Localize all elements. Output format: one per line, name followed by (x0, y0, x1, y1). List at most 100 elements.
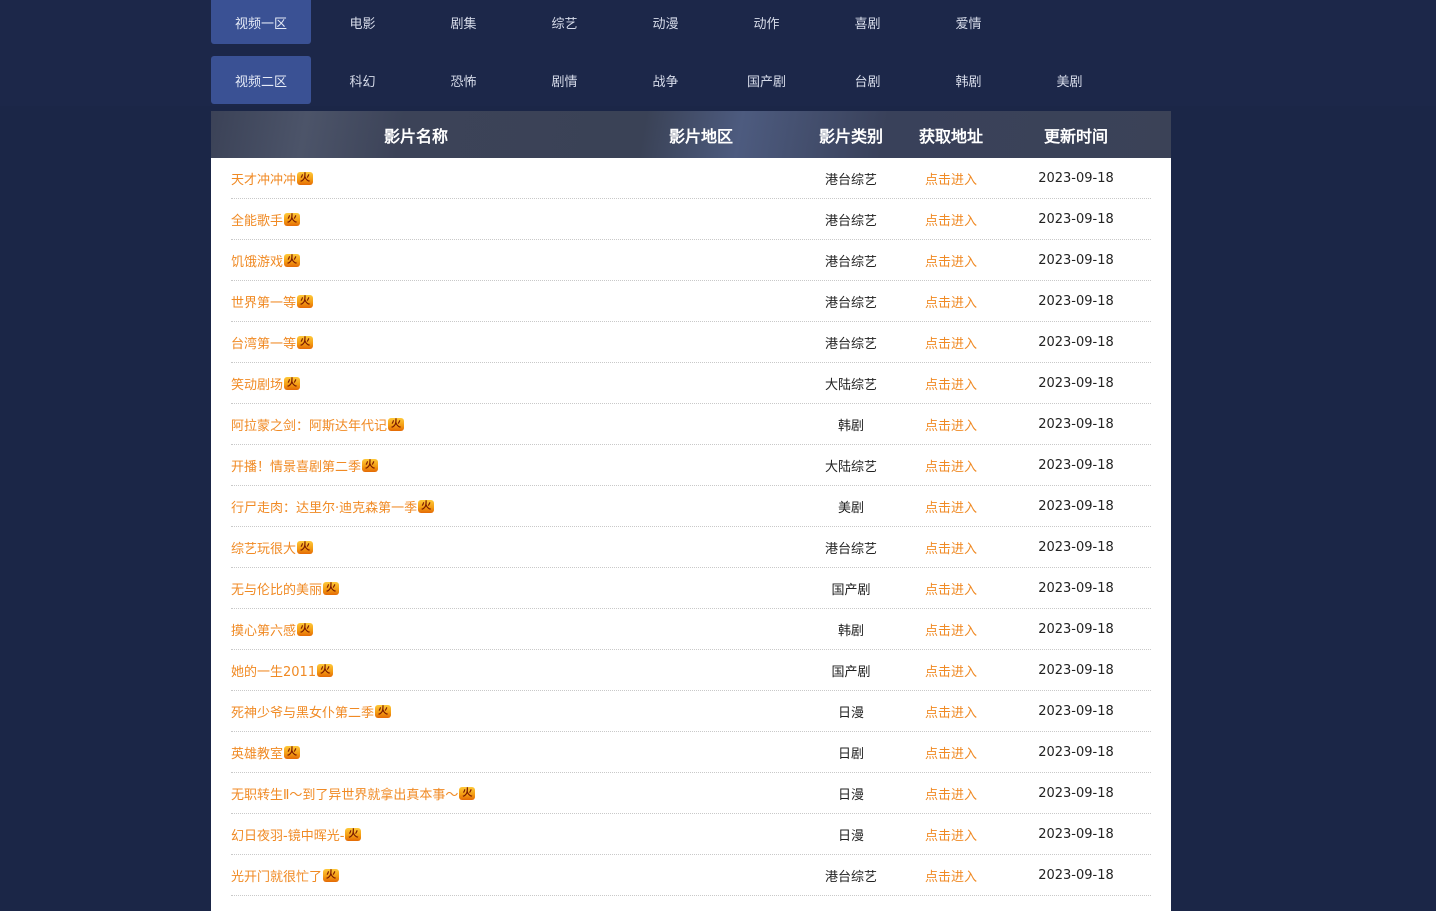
enter-link[interactable]: 点击进入 (901, 404, 1001, 444)
movie-title-link[interactable]: 摸心第六感火 (231, 609, 601, 649)
movie-title-link[interactable]: 台湾第一等火 (231, 322, 601, 362)
movie-title-link[interactable]: 世界第一等火 (231, 281, 601, 321)
nav-item[interactable]: 电影 (312, 0, 413, 44)
enter-link[interactable]: 点击进入 (901, 527, 1001, 567)
movie-category: 日漫 (837, 828, 864, 844)
header-link: 获取地址 (918, 126, 983, 146)
nav-zone-2-tab[interactable]: 视频二区 (211, 56, 311, 104)
update-time: 2023-09-18 (1038, 580, 1114, 596)
enter-link[interactable]: 点击进入 (901, 814, 1001, 854)
nav-item[interactable]: 韩剧 (918, 56, 1019, 104)
table-row: 世界第一等火 港台综艺 点击进入 2023-09-18 (231, 281, 1151, 322)
hot-fire-icon: 火 (362, 458, 379, 472)
update-time: 2023-09-18 (1038, 703, 1114, 719)
nav-row-zone-2: 视频二区 科幻 恐怖 剧情 战争 国产剧 台剧 韩剧 美剧 (211, 56, 1120, 104)
hot-fire-icon: 火 (297, 335, 314, 349)
movie-title-text: 全能歌手 (231, 213, 284, 229)
nav-item[interactable]: 台剧 (817, 56, 918, 104)
movie-title-link[interactable]: 开播！情景喜剧第二季火 (231, 445, 601, 485)
hot-fire-icon: 火 (418, 499, 435, 513)
movie-category: 大陆综艺 (824, 377, 877, 393)
movie-title-text: 英雄教室 (231, 746, 284, 762)
update-time: 2023-09-18 (1038, 375, 1114, 391)
movie-title-link[interactable]: 无职转生Ⅱ～到了异世界就拿出真本事～火 (231, 773, 601, 813)
hot-fire-icon: 火 (297, 171, 314, 185)
hot-fire-icon: 火 (345, 827, 362, 841)
table-row: 天才冲冲冲火 港台综艺 点击进入 2023-09-18 (231, 158, 1151, 199)
enter-link[interactable]: 点击进入 (901, 691, 1001, 731)
movie-title-link[interactable]: 幻日夜羽-镜中晖光- 火 (231, 814, 601, 854)
movie-category: 国产剧 (831, 664, 871, 680)
nav-item[interactable]: 恐怖 (413, 56, 514, 104)
movie-title-link[interactable]: 综艺玩很大火 (231, 527, 601, 567)
hot-fire-icon: 火 (297, 540, 314, 554)
nav-item[interactable]: 喜剧 (817, 0, 918, 44)
hot-fire-icon: 火 (297, 622, 314, 636)
movie-category: 大陆综艺 (824, 459, 877, 475)
table-row: 无职转生Ⅱ～到了异世界就拿出真本事～火 日漫 点击进入 2023-09-18 (231, 773, 1151, 814)
table-row: 无与伦比的美丽火 国产剧 点击进入 2023-09-18 (231, 568, 1151, 609)
table-row: 英雄教室火 日剧 点击进入 2023-09-18 (231, 732, 1151, 773)
enter-link[interactable]: 点击进入 (901, 855, 1001, 895)
update-time: 2023-09-18 (1038, 785, 1114, 801)
nav-item[interactable]: 动作 (716, 0, 817, 44)
header-type: 影片类别 (818, 126, 883, 146)
hot-fire-icon: 火 (284, 376, 301, 390)
movie-title-link[interactable]: 死神少爷与黑女仆第二季火 (231, 691, 601, 731)
nav-item[interactable]: 国产剧 (716, 56, 817, 104)
table-row: 幻日夜羽-镜中晖光- 火 日漫 点击进入 2023-09-18 (231, 814, 1151, 855)
hot-fire-icon: 火 (284, 212, 301, 226)
enter-link[interactable]: 点击进入 (901, 281, 1001, 321)
nav-item[interactable]: 科幻 (312, 56, 413, 104)
enter-link[interactable]: 点击进入 (901, 445, 1001, 485)
enter-link[interactable]: 点击进入 (901, 650, 1001, 690)
enter-link[interactable]: 点击进入 (901, 732, 1001, 772)
nav-item[interactable]: 美剧 (1019, 56, 1120, 104)
update-time: 2023-09-18 (1038, 744, 1114, 760)
update-time: 2023-09-18 (1038, 252, 1114, 268)
nav-item[interactable]: 动漫 (615, 0, 716, 44)
movie-title-link[interactable]: 笑动剧场火 (231, 363, 601, 403)
movie-title-link[interactable]: 光开门就很忙了火 (231, 855, 601, 895)
table-row: 综艺玩很大火 港台综艺 点击进入 2023-09-18 (231, 527, 1151, 568)
table-row: 台湾第一等火 港台综艺 点击进入 2023-09-18 (231, 322, 1151, 363)
enter-link[interactable]: 点击进入 (901, 240, 1001, 280)
enter-link[interactable]: 点击进入 (901, 486, 1001, 526)
update-time: 2023-09-18 (1038, 293, 1114, 309)
movie-title-text: 台湾第一等 (231, 336, 297, 352)
movie-category: 港台综艺 (824, 213, 877, 229)
enter-link[interactable]: 点击进入 (901, 199, 1001, 239)
movie-title-link[interactable]: 阿拉蒙之剑：阿斯达年代记火 (231, 404, 601, 444)
enter-link[interactable]: 点击进入 (901, 609, 1001, 649)
hot-fire-icon: 火 (284, 745, 301, 759)
nav-item[interactable]: 剧情 (514, 56, 615, 104)
nav-item[interactable]: 剧集 (413, 0, 514, 44)
movie-category: 港台综艺 (824, 869, 877, 885)
hot-fire-icon: 火 (284, 253, 301, 267)
movie-title-link[interactable]: 全能歌手火 (231, 199, 601, 239)
movie-category: 港台综艺 (824, 336, 877, 352)
nav-item[interactable]: 综艺 (514, 0, 615, 44)
enter-link[interactable]: 点击进入 (901, 773, 1001, 813)
top-navigation: 视频一区 电影 剧集 综艺 动漫 动作 喜剧 爱情 视频二区 科幻 恐怖 剧情 战争 国产剧 台剧 韩剧… (0, 0, 1436, 106)
enter-link[interactable]: 点击进入 (901, 363, 1001, 403)
update-time: 2023-09-18 (1038, 826, 1114, 842)
movie-title-link[interactable]: 饥饿游戏火 (231, 240, 601, 280)
movie-title-link[interactable]: 她的一生2011 火 (231, 650, 601, 690)
movie-category: 港台综艺 (824, 172, 877, 188)
movie-title-text: 综艺玩很大 (231, 541, 297, 557)
update-time: 2023-09-18 (1038, 621, 1114, 637)
movie-title-link[interactable]: 行尸走肉：达里尔·迪克森第一季火 (231, 486, 601, 526)
movie-title-text: 行尸走肉：达里尔·迪克森第一季 (231, 500, 418, 516)
movie-title-link[interactable]: 英雄教室火 (231, 732, 601, 772)
enter-link[interactable]: 点击进入 (901, 568, 1001, 608)
hot-fire-icon: 火 (317, 663, 334, 677)
update-time: 2023-09-18 (1038, 170, 1114, 186)
nav-item[interactable]: 爱情 (918, 0, 1019, 44)
movie-title-link[interactable]: 无与伦比的美丽火 (231, 568, 601, 608)
nav-zone-1-tab[interactable]: 视频一区 (211, 0, 311, 44)
movie-title-link[interactable]: 天才冲冲冲火 (231, 158, 601, 198)
enter-link[interactable]: 点击进入 (901, 322, 1001, 362)
nav-item[interactable]: 战争 (615, 56, 716, 104)
enter-link[interactable]: 点击进入 (901, 158, 1001, 198)
